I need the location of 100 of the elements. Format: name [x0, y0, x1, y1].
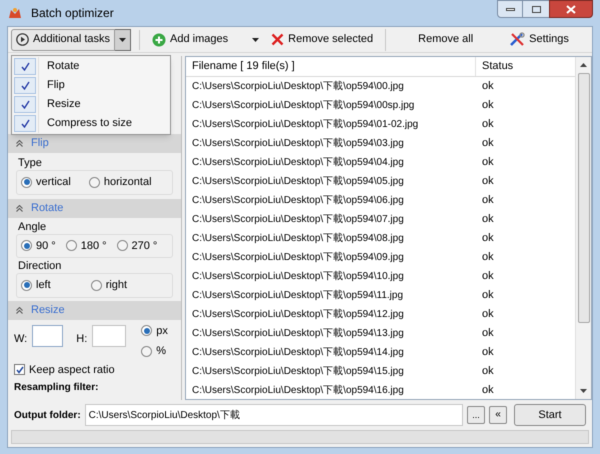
table-cell-text: C:\Users\ScorpioLiu\Desktop\下載\op594\08.jpg	[191, 232, 405, 246]
table-cell-text: ok	[481, 117, 495, 132]
collapse-icon	[16, 306, 23, 314]
table-cell-text: C:\Users\ScorpioLiu\Desktop\下載\op594\04.jpg	[191, 156, 405, 170]
remove-all-button[interactable]: Remove all	[414, 31, 478, 48]
table-cell-text: C:\Users\ScorpioLiu\Desktop\下載\op594\07.jpg	[191, 212, 405, 227]
radio-label: 180 °	[80, 238, 107, 254]
output-folder-field[interactable]: C:\Users\ScorpioLiu\Desktop\下載	[84, 404, 463, 426]
check-icon	[20, 119, 30, 128]
table-cell-text: C:\Users\ScorpioLiu\Desktop\下載\op594\13.jpg	[191, 326, 405, 341]
resampling-label: Resampling filter:	[14, 381, 100, 395]
plus-icon	[152, 32, 166, 46]
table-cell-text: ok	[481, 250, 495, 266]
table-cell-text: ok	[481, 212, 495, 228]
menu-item[interactable]: Compress to size	[12, 114, 170, 133]
table-cell-text: C:\Users\ScorpioLiu\Desktop\下載\op594\10.jpg	[191, 270, 405, 284]
table-cell-text: C:\Users\ScorpioLiu\Desktop\下載\op594\01-02.jpg	[191, 118, 420, 132]
radio-button[interactable]	[88, 176, 100, 188]
table-cell-text: C:\Users\ScorpioLiu\Desktop\下載\op594\11.jpg	[191, 288, 404, 303]
radio-label: right	[106, 278, 128, 293]
settings-button[interactable]: Settings	[505, 31, 573, 48]
checkbox[interactable]	[14, 364, 25, 376]
add-images-button[interactable]: Add images	[148, 31, 232, 48]
table-cell-text: ok	[481, 231, 495, 246]
table-cell-text: ok	[481, 193, 495, 208]
scrollbar[interactable]	[575, 57, 591, 399]
table-cell-text: ok	[481, 326, 495, 342]
table-cell-text: ok	[481, 155, 495, 170]
dropdown-button[interactable]	[115, 28, 132, 50]
table-cell-text: C:\Users\ScorpioLiu\Desktop\下載\op594\06.jpg	[191, 194, 405, 208]
table-cell-text: ok	[481, 383, 495, 398]
radio-button[interactable]	[66, 240, 77, 252]
menu-item[interactable]: Resize	[12, 95, 170, 114]
table-cell-text: C:\Users\ScorpioLiu\Desktop\下載\op594\12.jpg	[191, 308, 405, 322]
collapse-button[interactable]: «	[489, 406, 507, 424]
radio-label: vertical	[36, 175, 71, 190]
close-icon	[271, 33, 284, 46]
check-icon	[20, 100, 30, 109]
table-cell-text: ok	[481, 174, 495, 190]
table-cell-text: C:\Users\ScorpioLiu\Desktop\下載\op594\15.jpg	[191, 364, 405, 379]
app-icon	[7, 6, 23, 20]
table-cell-text: ok	[481, 345, 495, 360]
collapse-icon	[16, 204, 23, 212]
height-field[interactable]	[92, 324, 126, 346]
minimize-button[interactable]	[497, 0, 523, 18]
up-arrow-icon[interactable]	[580, 63, 587, 67]
close-button[interactable]	[549, 0, 593, 18]
close-icon	[566, 4, 576, 14]
remove-selected-button[interactable]: Remove selected	[267, 31, 378, 48]
table-cell-text: ok	[481, 307, 495, 322]
radio-button[interactable]	[116, 240, 128, 252]
table-cell-text: C:\Users\ScorpioLiu\Desktop\下載\op594\14.jpg	[191, 346, 405, 360]
table-cell-text: C:\Users\ScorpioLiu\Desktop\下載\op594\00sp.jpg	[191, 98, 416, 113]
caret-icon	[119, 38, 126, 42]
radio-button[interactable]	[141, 325, 152, 336]
start-button[interactable]: Start	[514, 404, 586, 426]
down-arrow-icon[interactable]	[580, 389, 587, 393]
table-cell-text: ok	[481, 288, 495, 304]
radio-label: left	[36, 278, 51, 293]
table-cell-text: ok	[481, 364, 495, 380]
radio-label: horizontal	[104, 175, 152, 190]
width-label: W:	[14, 332, 28, 346]
check-icon	[20, 81, 30, 90]
maximize-button[interactable]	[523, 0, 549, 18]
output-folder-label: Output folder:	[14, 408, 81, 422]
group-label: Type	[18, 157, 43, 170]
radio-label: %	[156, 344, 166, 359]
collapse-icon	[16, 140, 23, 147]
table-cell-text: ok	[481, 98, 495, 114]
table-cell-text: C:\Users\ScorpioLiu\Desktop\下載\op594\00.jpg	[191, 80, 405, 94]
check-icon	[20, 62, 30, 71]
play-icon	[16, 33, 29, 46]
table-cell-text: C:\Users\ScorpioLiu\Desktop\下載\op594\03.jpg	[191, 136, 405, 151]
column-header[interactable]: Filename [ 19 file(s) ]	[186, 57, 476, 76]
window-title: Batch optimizer	[31, 5, 114, 22]
scrollbar-thumb[interactable]	[578, 73, 590, 323]
group-label: Direction	[18, 260, 62, 273]
tools-icon	[509, 32, 526, 47]
width-field[interactable]	[32, 324, 64, 346]
radio-label: 270 °	[132, 238, 158, 254]
additional-tasks-button[interactable]: Additional tasks	[11, 28, 116, 50]
menu-item[interactable]: Rotate	[12, 57, 170, 76]
checkbox-label: Keep aspect ratio	[29, 362, 115, 378]
radio-label: 90 °	[36, 238, 56, 254]
radio-button[interactable]	[21, 280, 32, 291]
height-label: H:	[76, 332, 88, 346]
browse-button[interactable]: ...	[467, 406, 485, 424]
table-cell-text: ok	[481, 269, 495, 284]
menu-item[interactable]: Flip	[12, 76, 170, 95]
radio-button[interactable]	[141, 346, 152, 357]
column-header[interactable]: Status	[476, 57, 575, 76]
table-cell-text: ok	[481, 79, 495, 94]
radio-button[interactable]	[21, 176, 32, 188]
table-cell-text: C:\Users\ScorpioLiu\Desktop\下載\op594\05.jpg	[191, 174, 405, 189]
radio-button[interactable]	[90, 280, 102, 291]
radio-button[interactable]	[21, 240, 32, 252]
table-cell-text: ok	[481, 136, 495, 152]
check-icon	[16, 366, 24, 374]
caret-icon[interactable]	[252, 38, 260, 42]
table-cell-text: C:\Users\ScorpioLiu\Desktop\下載\op594\16.jpg	[191, 384, 405, 398]
